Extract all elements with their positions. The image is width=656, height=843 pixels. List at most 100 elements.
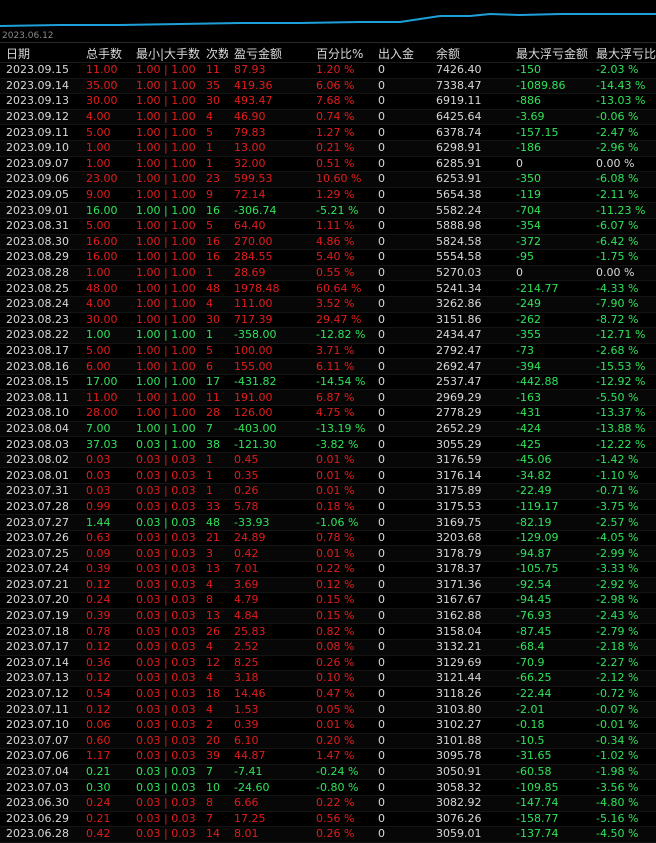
table-row[interactable]: 2023.07.24 0.39 0.03 | 0.03 13 7.01 0.22 % 0 31… (0, 561, 656, 578)
cell-deposit-withdraw: 0 (372, 623, 430, 640)
table-row[interactable]: 2023.07.06 1.17 0.03 | 0.03 39 44.87 1.47 % 0 3… (0, 748, 656, 765)
header-date[interactable]: 日期 (0, 44, 80, 63)
header-deposit-withdraw[interactable]: 出入金 (372, 44, 430, 63)
cell-deposit-withdraw: 0 (372, 140, 430, 157)
table-row[interactable]: 2023.07.19 0.39 0.03 | 0.03 13 4.84 0.15 % 0 31… (0, 608, 656, 625)
cell-date: 2023.09.11 (0, 124, 80, 141)
table-row[interactable]: 2023.08.23 30.00 1.00 | 1.00 30 717.39 29.47 … (0, 312, 656, 329)
table-row[interactable]: 2023.07.17 0.12 0.03 | 0.03 4 2.52 0.08 % 0 313… (0, 639, 656, 656)
cell-max-floating-loss-pct: -4.50 % (590, 826, 656, 843)
table-row[interactable]: 2023.07.27 1.44 0.03 | 0.03 48 -33.93 -1.06 %… (0, 514, 656, 531)
table-row[interactable]: 2023.08.24 4.00 1.00 | 1.00 4 111.00 3.52 % 0 3… (0, 296, 656, 313)
table-row[interactable]: 2023.07.12 0.54 0.03 | 0.03 18 14.46 0.47 % 0 3… (0, 686, 656, 703)
cell-balance: 3176.59 (430, 452, 510, 469)
cell-percent: 0.22 % (310, 795, 372, 812)
table-row[interactable]: 2023.08.10 28.00 1.00 | 1.00 28 126.00 4.75 %… (0, 405, 656, 422)
table-row[interactable]: 2023.09.13 30.00 1.00 | 1.00 30 493.47 7.68 %… (0, 93, 656, 110)
cell-date: 2023.09.10 (0, 140, 80, 157)
table-row[interactable]: 2023.08.29 16.00 1.00 | 1.00 16 284.55 5.40 %… (0, 249, 656, 266)
cell-max-floating-loss-pct: -0.71 % (590, 483, 656, 500)
table-row[interactable]: 2023.08.17 5.00 1.00 | 1.00 5 100.00 3.71 % 0 2… (0, 343, 656, 360)
table-row[interactable]: 2023.07.11 0.12 0.03 | 0.03 4 1.53 0.05 % 0 310… (0, 701, 656, 718)
cell-max-floating-loss: -150 (510, 62, 590, 79)
table-row[interactable]: 2023.09.10 1.00 1.00 | 1.00 1 13.00 0.21 % 0 62… (0, 140, 656, 157)
table-row[interactable]: 2023.09.12 4.00 1.00 | 1.00 4 46.90 0.74 % 0 64… (0, 109, 656, 126)
cell-balance: 5241.34 (430, 280, 510, 297)
cell-balance: 7338.47 (430, 78, 510, 95)
header-balance[interactable]: 余额 (430, 44, 510, 63)
header-min-max-lots[interactable]: 最小|大手数 (130, 44, 200, 63)
table-row[interactable]: 2023.09.01 16.00 1.00 | 1.00 16 -306.74 -5.21… (0, 202, 656, 219)
table-row[interactable]: 2023.08.02 0.03 0.03 | 0.03 1 0.45 0.01 % 0 317… (0, 452, 656, 469)
cell-max-floating-loss: 0 (510, 265, 590, 282)
header-profit-loss[interactable]: 盈亏金额 (228, 44, 310, 63)
cell-profit-loss: -306.74 (228, 202, 310, 219)
table-row[interactable]: 2023.07.04 0.21 0.03 | 0.03 7 -7.41 -0.24 % 0 3… (0, 764, 656, 781)
table-row[interactable]: 2023.06.29 0.21 0.03 | 0.03 7 17.25 0.56 % 0 30… (0, 811, 656, 828)
header-trade-count[interactable]: 次数 (200, 44, 228, 63)
table-row[interactable]: 2023.07.03 0.30 0.03 | 0.03 10 -24.60 -0.80 %… (0, 779, 656, 796)
header-max-floating-loss[interactable]: 最大浮亏金额 (510, 44, 590, 63)
table-row[interactable]: 2023.09.11 5.00 1.00 | 1.00 5 79.83 1.27 % 0 63… (0, 124, 656, 141)
cell-percent: 6.06 % (310, 78, 372, 95)
cell-balance: 6285.91 (430, 156, 510, 173)
table-row[interactable]: 2023.09.07 1.00 1.00 | 1.00 1 32.00 0.51 % 0 62… (0, 156, 656, 173)
table-row[interactable]: 2023.06.30 0.24 0.03 | 0.03 8 6.66 0.22 % 0 308… (0, 795, 656, 812)
table-row[interactable]: 2023.08.31 5.00 1.00 | 1.00 5 64.40 1.11 % 0 58… (0, 218, 656, 235)
cell-date: 2023.08.29 (0, 249, 80, 266)
table-row[interactable]: 2023.07.14 0.36 0.03 | 0.03 12 8.25 0.26 % 0 31… (0, 655, 656, 672)
cell-date: 2023.07.17 (0, 639, 80, 656)
cell-max-floating-loss-pct: -1.42 % (590, 452, 656, 469)
table-row[interactable]: 2023.07.07 0.60 0.03 | 0.03 20 6.10 0.20 % 0 31… (0, 733, 656, 750)
table-row[interactable]: 2023.09.05 9.00 1.00 | 1.00 9 72.14 1.29 % 0 56… (0, 187, 656, 204)
table-row[interactable]: 2023.07.21 0.12 0.03 | 0.03 4 3.69 0.12 % 0 317… (0, 577, 656, 594)
table-row[interactable]: 2023.07.26 0.63 0.03 | 0.03 21 24.89 0.78 % 0 3… (0, 530, 656, 547)
cell-percent: 3.52 % (310, 296, 372, 313)
table-row[interactable]: 2023.07.25 0.09 0.03 | 0.03 3 0.42 0.01 % 0 317… (0, 545, 656, 562)
cell-min-max-lots: 0.03 | 0.03 (130, 592, 200, 609)
table-row[interactable]: 2023.07.10 0.06 0.03 | 0.03 2 0.39 0.01 % 0 310… (0, 717, 656, 734)
table-row[interactable]: 2023.08.03 37.03 0.03 | 1.00 38 -121.30 -3.82… (0, 436, 656, 453)
table-row[interactable]: 2023.08.15 17.00 1.00 | 1.00 17 -431.82 -14.5… (0, 374, 656, 391)
table-row[interactable]: 2023.08.28 1.00 1.00 | 1.00 1 28.69 0.55 % 0 52… (0, 265, 656, 282)
table-row[interactable]: 2023.07.13 0.12 0.03 | 0.03 4 3.18 0.10 % 0 312… (0, 670, 656, 687)
table-row[interactable]: 2023.07.28 0.99 0.03 | 0.03 33 5.78 0.18 % 0 31… (0, 499, 656, 516)
cell-balance: 3167.67 (430, 592, 510, 609)
header-total-lots[interactable]: 总手数 (80, 44, 130, 63)
header-percent[interactable]: 百分比% (310, 44, 372, 63)
cell-profit-loss: 72.14 (228, 187, 310, 204)
table-row[interactable]: 2023.07.20 0.24 0.03 | 0.03 8 4.79 0.15 % 0 316… (0, 592, 656, 609)
cell-deposit-withdraw: 0 (372, 811, 430, 828)
table-row[interactable]: 2023.09.15 11.00 1.00 | 1.00 11 87.93 1.20 % 0… (0, 62, 656, 79)
table-row[interactable]: 2023.08.16 6.00 1.00 | 1.00 6 155.00 6.11 % 0 2… (0, 358, 656, 375)
cell-balance: 2652.29 (430, 421, 510, 438)
cell-deposit-withdraw: 0 (372, 124, 430, 141)
cell-trade-count: 9 (200, 187, 228, 204)
table-row[interactable]: 2023.08.01 0.03 0.03 | 0.03 1 0.35 0.01 % 0 317… (0, 467, 656, 485)
cell-min-max-lots: 1.00 | 1.00 (130, 249, 200, 266)
cell-balance: 3162.88 (430, 608, 510, 625)
cell-max-floating-loss: -129.09 (510, 530, 590, 547)
table-row[interactable]: 2023.08.11 11.00 1.00 | 1.00 11 191.00 6.87 %… (0, 389, 656, 407)
table-row[interactable]: 2023.08.22 1.00 1.00 | 1.00 1 -358.00 -12.82 … (0, 327, 656, 344)
cell-trade-count: 7 (200, 421, 228, 438)
table-row[interactable]: 2023.06.28 0.42 0.03 | 0.03 14 8.01 0.26 % 0 30… (0, 826, 656, 843)
table-row[interactable]: 2023.07.31 0.03 0.03 | 0.03 1 0.26 0.01 % 0 317… (0, 483, 656, 500)
table-row[interactable]: 2023.08.25 48.00 1.00 | 1.00 48 1978.48 60.64… (0, 280, 656, 297)
cell-min-max-lots: 1.00 | 1.00 (130, 312, 200, 329)
cell-percent: 0.18 % (310, 499, 372, 516)
table-row[interactable]: 2023.09.06 23.00 1.00 | 1.00 23 599.53 10.60 … (0, 171, 656, 188)
cell-max-floating-loss-pct: -2.57 % (590, 514, 656, 531)
cell-deposit-withdraw: 0 (372, 826, 430, 843)
cell-max-floating-loss-pct: -11.23 % (590, 202, 656, 219)
table-row[interactable]: 2023.08.04 7.00 1.00 | 1.00 7 -403.00 -13.19 … (0, 421, 656, 438)
cell-trade-count: 12 (200, 655, 228, 672)
cell-date: 2023.06.28 (0, 826, 80, 843)
table-row[interactable]: 2023.07.18 0.78 0.03 | 0.03 26 25.83 0.82 % 0 3… (0, 623, 656, 640)
header-max-floating-loss-pct[interactable]: 最大浮亏比% (590, 44, 656, 63)
cell-max-floating-loss-pct: -1.75 % (590, 249, 656, 266)
table-row[interactable]: 2023.09.14 35.00 1.00 | 1.00 35 419.36 6.06 %… (0, 78, 656, 95)
cell-max-floating-loss: -425 (510, 436, 590, 453)
cell-percent: 0.82 % (310, 623, 372, 640)
table-row[interactable]: 2023.08.30 16.00 1.00 | 1.00 16 270.00 4.86 %… (0, 234, 656, 251)
